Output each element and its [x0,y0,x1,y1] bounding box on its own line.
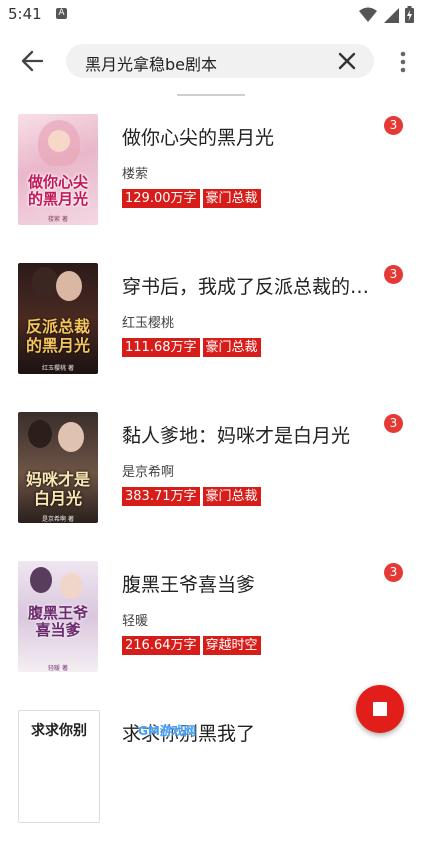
book-author: 轻暖 [122,614,149,629]
word-count-tag: 111.68万字 [122,338,200,357]
book-row[interactable]: 做你心尖的黑月光 楼萦 著 做你心尖的黑月光 楼萦 129.00万字 豪门总裁 … [0,96,422,245]
category-tag: 穿越时空 [202,636,261,655]
cover-author: 轻暖 著 [48,665,68,672]
book-cover: 妈咪才是白月光 是京希啊 著 [18,412,98,523]
cover-title: 求求你别 [31,723,87,739]
book-author: 楼萦 [122,167,149,182]
cover-author: 红玉樱桃 著 [42,365,74,372]
signal-icon [384,7,399,23]
watermark: GM游戏网 [138,724,196,738]
cover-author: 是京希啊 著 [42,516,74,523]
book-title: 腹黑王爷喜当爹 [122,574,256,596]
book-title: 穿书后，我成了反派总裁的黑月光 [122,276,380,298]
category-tag: 豪门总裁 [202,189,261,208]
book-cover: 腹黑王爷喜当爹 轻暖 著 [18,561,98,672]
book-title: 做你心尖的黑月光 [122,127,275,149]
status-bar: 5:41 A [0,0,422,30]
update-badge: 3 [384,265,403,284]
word-count-tag: 383.71万字 [122,487,200,506]
battery-icon [405,6,414,23]
update-badge: 3 [384,414,403,433]
search-toolbar: 黑月光拿稳be剧本 [0,30,422,92]
cover-title: 腹黑王爷喜当爹 [27,604,88,639]
book-author: 是京希啊 [122,465,175,480]
book-row[interactable]: 反派总裁的黑月光 红玉樱桃 著 穿书后，我成了反派总裁的黑月光 红玉樱桃 111… [0,245,422,394]
search-input[interactable]: 黑月光拿稳be剧本 [66,44,374,78]
word-count-tag: 216.64万字 [122,636,200,655]
book-title: 黏人爹地：妈咪才是白月光 [122,425,351,447]
book-row[interactable]: 腹黑王爷喜当爹 轻暖 著 腹黑王爷喜当爹 轻暖 216.64万字 穿越时空 3 [0,543,422,692]
clear-search-button[interactable] [336,50,358,72]
more-options-button[interactable] [398,50,408,74]
book-cover: 反派总裁的黑月光 红玉樱桃 著 [18,263,98,374]
more-vertical-icon [400,51,406,73]
update-badge: 3 [384,563,403,582]
category-tag: 豪门总裁 [202,338,261,357]
cover-title: 反派总裁的黑月光 [25,317,90,355]
search-results-list[interactable]: 做你心尖的黑月光 楼萦 著 做你心尖的黑月光 楼萦 129.00万字 豪门总裁 … [0,96,422,841]
close-icon [338,52,356,70]
stop-icon [373,702,387,716]
stop-button[interactable] [356,685,404,733]
status-icons [359,6,414,23]
book-author: 红玉樱桃 [122,316,175,331]
category-tag: 豪门总裁 [202,487,261,506]
search-query: 黑月光拿稳be剧本 [85,55,218,74]
notification-icon: A [56,8,67,19]
cover-author: 楼萦 著 [48,216,68,223]
book-cover: 求求你别 [18,710,100,823]
word-count-tag: 129.00万字 [122,189,200,208]
wifi-icon [359,7,377,22]
update-badge: 3 [384,116,403,135]
book-row[interactable]: 妈咪才是白月光 是京希啊 著 黏人爹地：妈咪才是白月光 是京希啊 383.71万… [0,394,422,543]
cover-title: 做你心尖的黑月光 [27,173,88,208]
book-cover: 做你心尖的黑月光 楼萦 著 [18,114,98,225]
cover-title: 妈咪才是白月光 [25,470,90,508]
arrow-left-icon [21,50,44,72]
status-time: 5:41 [8,5,42,23]
back-button[interactable] [16,47,48,75]
